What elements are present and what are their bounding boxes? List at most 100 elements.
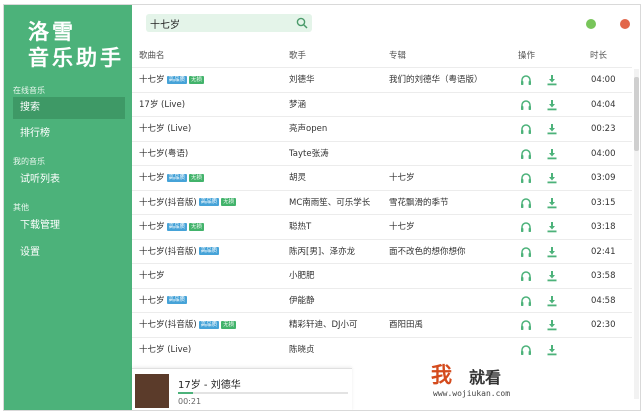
table-row[interactable]: 十七岁(抖音版) 高品质 无损 MC南雨笙、可乐学长 雪花飘滑的季节 03:15: [132, 189, 632, 216]
download-icon[interactable]: [546, 99, 558, 111]
ops-cell: [520, 99, 560, 111]
headphone-icon[interactable]: [520, 295, 532, 307]
download-icon[interactable]: [546, 197, 558, 209]
headphone-icon[interactable]: [520, 344, 532, 356]
quality-badge-lossless: 无损: [221, 320, 237, 329]
search-input[interactable]: [150, 15, 290, 31]
table-row[interactable]: 十七岁(抖音版) 高品质 无损 精彩轩迪、DJ小可 酉阳田禹 02:30: [132, 312, 632, 338]
album-cell: 十七岁: [389, 173, 415, 183]
ops-cell: [520, 197, 560, 209]
progress-bar[interactable]: [178, 392, 348, 394]
table-row[interactable]: 十七岁 高品质 无损 聪热T 十七岁 03:18: [132, 214, 632, 240]
headphone-icon[interactable]: [520, 148, 532, 160]
duration-cell: 00:23: [591, 124, 616, 134]
album-cell: [389, 289, 513, 313]
song-name: 十七岁 (Live): [139, 124, 192, 134]
header-song: 歌曲名: [139, 51, 165, 61]
album-cover[interactable]: [135, 374, 169, 408]
sidebar-item-label: 搜索: [20, 102, 40, 113]
download-icon[interactable]: [546, 74, 558, 86]
watermark-word-2: 就看: [469, 368, 502, 387]
download-icon[interactable]: [546, 123, 558, 135]
table-row[interactable]: 十七岁(粤语) Tayte张涛 04:00: [132, 140, 632, 167]
main-panel: 歌曲名 歌手 专辑 操作 时长 十七岁高品质无损刘德华我们的刘德华（粤语版）04…: [132, 5, 640, 410]
artist-cell: 亮声open: [289, 124, 328, 134]
sidebar-item-trial-list[interactable]: 试听列表: [13, 169, 125, 191]
ops-cell: [520, 246, 560, 258]
duration-cell: 04:00: [591, 148, 616, 159]
search-icon[interactable]: [296, 17, 308, 29]
song-cell: 十七岁(抖音版) 高品质 无损: [139, 313, 287, 337]
duration-cell: 02:30: [591, 320, 616, 330]
minimize-button[interactable]: [586, 19, 596, 29]
headphone-icon[interactable]: [520, 270, 532, 282]
sidebar-item-charts[interactable]: 排行榜: [13, 123, 125, 145]
sidebar-item-settings[interactable]: 设置: [13, 242, 125, 264]
close-button[interactable]: [620, 19, 630, 29]
progress-fill: [178, 392, 194, 394]
duration-cell: 02:41: [591, 246, 616, 257]
headphone-icon[interactable]: [520, 123, 532, 135]
album-cell: 面不改色的想你想你: [389, 246, 466, 257]
quality-badge-hq: 高品质: [198, 320, 220, 329]
song-cell: 十七岁 (Live): [139, 338, 287, 362]
app-logo: 洛雪 音乐助手: [28, 19, 128, 71]
table-row[interactable]: 十七岁 (Live) 亮声open 00:23: [132, 116, 632, 142]
artist-cell: MC南雨笙、可乐学长: [289, 197, 371, 208]
artist-cell: 陈晓贞: [289, 344, 315, 355]
sidebar: 洛雪 音乐助手 在线音乐 搜索 排行榜 我的音乐 试听列表 其他 下载管理 设置: [4, 5, 132, 410]
quality-badge-lossless: 无损: [221, 198, 237, 206]
headphone-icon[interactable]: [520, 319, 532, 331]
sidebar-item-download[interactable]: 下载管理: [13, 215, 125, 237]
scrollbar-thumb[interactable]: [634, 77, 639, 151]
app-window: 洛雪 音乐助手 在线音乐 搜索 排行榜 我的音乐 试听列表 其他 下载管理 设置…: [3, 4, 641, 411]
download-icon[interactable]: [546, 270, 558, 282]
song-name: 十七岁 (Live): [139, 344, 192, 355]
header-album: 专辑: [389, 51, 407, 61]
song-name: 十七岁: [139, 295, 165, 306]
download-icon[interactable]: [546, 344, 558, 356]
headphone-icon[interactable]: [520, 172, 532, 184]
sidebar-item-label: 设置: [20, 247, 40, 258]
album-cell: [389, 338, 513, 362]
table-row[interactable]: 十七岁 高品质 伊能静 04:58: [132, 287, 632, 314]
download-icon[interactable]: [546, 295, 558, 307]
song-cell: 十七岁(抖音版) 高品质: [139, 240, 287, 264]
ops-cell: [520, 148, 560, 160]
duration-cell: 03:58: [591, 271, 616, 281]
song-name: 17岁 (Live): [139, 99, 186, 110]
quality-badge-hq: 高品质: [166, 296, 188, 304]
scrollbar[interactable]: [634, 69, 639, 399]
download-icon[interactable]: [546, 221, 558, 233]
quality-badge-hq: 高品质: [166, 222, 188, 231]
download-icon[interactable]: [546, 246, 558, 258]
song-name: 十七岁(抖音版): [139, 320, 197, 330]
headphone-icon[interactable]: [520, 74, 532, 86]
download-icon[interactable]: [546, 319, 558, 331]
headphone-icon[interactable]: [520, 99, 532, 111]
player-bar: 17岁 - 刘德华 00:21: [132, 368, 352, 410]
table-row[interactable]: 十七岁 高品质 无损 刘德华 我们的刘德华（粤语版） 04:00: [132, 67, 632, 93]
song-cell: 十七岁 高品质 无损: [139, 68, 287, 92]
duration-cell: [591, 338, 631, 362]
table-row[interactable]: 十七岁(抖音版) 高品质 陈丙[男]、泽亦龙 面不改色的想你想你 02:41: [132, 238, 632, 265]
song-name: 十七岁(抖音版): [139, 197, 197, 208]
album-cell: 十七岁: [389, 222, 415, 232]
album-cell: [389, 117, 513, 141]
artist-cell: 小肥肥: [289, 271, 315, 281]
sidebar-item-label: 试听列表: [20, 174, 60, 185]
table-row[interactable]: 17岁 (Live) 梦涵 04:04: [132, 91, 632, 118]
table-row[interactable]: 十七岁 (Live) 陈晓贞: [132, 336, 632, 363]
headphone-icon[interactable]: [520, 221, 532, 233]
headphone-icon[interactable]: [520, 246, 532, 258]
headphone-icon[interactable]: [520, 197, 532, 209]
sidebar-item-search[interactable]: 搜索: [13, 97, 125, 119]
download-icon[interactable]: [546, 148, 558, 160]
watermark-url: www.wojiukan.com: [433, 389, 511, 398]
song-name: 十七岁: [139, 173, 165, 183]
ops-cell: [520, 172, 560, 184]
ops-cell: [520, 123, 560, 135]
table-row[interactable]: 十七岁 小肥肥 03:58: [132, 263, 632, 289]
download-icon[interactable]: [546, 172, 558, 184]
table-row[interactable]: 十七岁 高品质 无损 胡灵 十七岁 03:09: [132, 165, 632, 191]
